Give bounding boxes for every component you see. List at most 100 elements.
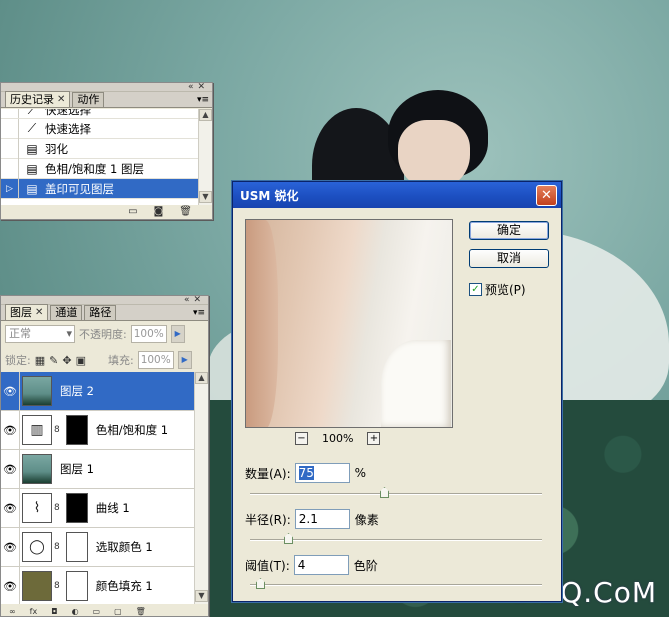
history-state-marker-icon[interactable]: ▷ xyxy=(1,178,19,199)
new-adjustment-icon[interactable]: ◐ xyxy=(72,607,79,616)
visibility-eye-icon[interactable]: 👁 xyxy=(1,372,20,411)
layer-mask-thumbnail[interactable] xyxy=(65,532,88,562)
history-item-label: 盖印可见图层 xyxy=(45,181,114,196)
layers-scrollbar[interactable]: ▲ ▼ xyxy=(194,372,208,604)
trash-icon[interactable]: 🗑 xyxy=(136,607,146,616)
tab-history[interactable]: 历史记录 ✕ xyxy=(5,91,71,107)
link-chain-icon[interactable]: 8 xyxy=(54,542,60,552)
tab-actions[interactable]: 动作 xyxy=(72,92,105,107)
layer-style-icon[interactable]: fx xyxy=(30,607,38,616)
history-item-selected[interactable]: ▷ ▤ 盖印可见图层 xyxy=(1,178,199,199)
lock-transparency-icon[interactable]: ▦ xyxy=(35,354,45,367)
history-item[interactable]: ▤ 羽化 xyxy=(1,138,199,159)
scroll-up-icon[interactable]: ▲ xyxy=(195,372,208,384)
lock-position-icon[interactable]: ✥ xyxy=(62,354,71,367)
link-layers-icon[interactable]: ∞ xyxy=(9,607,16,616)
zoom-in-icon[interactable]: + xyxy=(367,432,381,445)
tab-layers[interactable]: 图层 ✕ xyxy=(5,304,49,320)
amount-slider-thumb[interactable] xyxy=(380,487,389,498)
blend-mode-select[interactable]: 正常 xyxy=(5,325,75,343)
link-chain-icon[interactable]: 8 xyxy=(54,581,60,591)
radius-slider[interactable] xyxy=(250,533,542,544)
history-footer: ▭ ◙ 🗑 xyxy=(1,204,212,219)
amount-unit: % xyxy=(354,466,367,480)
threshold-input[interactable]: 4 xyxy=(293,555,349,575)
history-source-checkbox[interactable] xyxy=(1,138,19,159)
history-item[interactable]: ▤ 色相/饱和度 1 图层 xyxy=(1,158,199,179)
amount-value: 75 xyxy=(298,466,314,480)
lock-all-icon[interactable]: ▣ xyxy=(76,354,86,367)
document-icon: ▤ xyxy=(26,141,38,156)
preview-arm xyxy=(246,220,278,427)
opacity-arrow-icon[interactable]: ▶ xyxy=(170,325,185,343)
visibility-eye-icon[interactable]: 👁 xyxy=(1,449,20,489)
scroll-down-icon[interactable]: ▼ xyxy=(199,191,212,203)
new-layer-icon[interactable]: ▢ xyxy=(114,607,122,616)
close-icon[interactable]: ✕ xyxy=(57,93,65,107)
history-source-checkbox[interactable] xyxy=(1,118,19,139)
close-button[interactable]: ✕ xyxy=(536,185,557,206)
fill-input[interactable]: 100% xyxy=(137,351,174,369)
layer-row[interactable]: 👁 ▥ 8 色相/饱和度 1 xyxy=(1,410,195,450)
fill-arrow-icon[interactable]: ▶ xyxy=(177,351,192,369)
add-mask-icon[interactable]: ◘ xyxy=(51,607,57,616)
cancel-button[interactable]: 取消 xyxy=(469,249,549,268)
layer-row[interactable]: 👁 8 颜色填充 1 xyxy=(1,566,195,604)
history-source-checkbox[interactable] xyxy=(1,158,19,179)
visibility-eye-icon[interactable]: 👁 xyxy=(1,488,20,528)
visibility-eye-icon[interactable]: 👁 xyxy=(1,410,20,450)
dialog-titlebar[interactable]: USM 锐化 xyxy=(233,182,561,208)
threshold-slider[interactable] xyxy=(250,578,542,589)
scroll-down-icon[interactable]: ▼ xyxy=(195,590,208,602)
link-chain-icon[interactable]: 8 xyxy=(54,425,60,435)
amount-input[interactable]: 75 xyxy=(294,463,350,483)
opacity-input[interactable]: 100% xyxy=(130,325,167,343)
radius-input[interactable]: 2.1 xyxy=(294,509,350,529)
history-item-label: 快速选择 xyxy=(45,121,91,136)
history-panel: «✕ 历史记录 ✕ 动作 ▾≡ ⟋ 快速选择 ⟋ 快速选择 ▤ 羽化 ▤ 色相/… xyxy=(0,82,213,220)
visibility-eye-icon[interactable]: 👁 xyxy=(1,566,20,604)
radius-unit: 像素 xyxy=(354,512,379,527)
layer-row[interactable]: 👁 图层 1 xyxy=(1,449,195,489)
quick-select-icon: ⟋ xyxy=(27,109,37,117)
preview-checkbox-row[interactable]: ✓ 预览(P) xyxy=(469,281,526,298)
history-item[interactable]: ⟋ 快速选择 xyxy=(1,118,199,139)
scroll-up-icon[interactable]: ▲ xyxy=(199,109,212,121)
tab-channels[interactable]: 通道 xyxy=(50,305,83,320)
layer-mask-thumbnail[interactable] xyxy=(65,493,88,523)
scroll-track[interactable] xyxy=(195,384,208,590)
history-source-checkbox[interactable] xyxy=(1,109,19,118)
new-document-from-state-icon[interactable]: ▭ xyxy=(128,206,137,217)
layer-name: 曲线 1 xyxy=(95,501,130,515)
checkmark-icon[interactable]: ✓ xyxy=(469,283,482,296)
snapshot-icon[interactable]: ◙ xyxy=(154,206,164,217)
layer-thumbnail xyxy=(22,454,52,484)
link-chain-icon[interactable]: 8 xyxy=(54,503,60,513)
layer-row-selected[interactable]: 👁 图层 2 xyxy=(1,372,195,411)
tab-paths[interactable]: 路径 xyxy=(84,305,117,320)
visibility-eye-icon[interactable]: 👁 xyxy=(1,527,20,567)
zoom-out-icon[interactable]: − xyxy=(295,432,308,445)
fill-label: 填充: xyxy=(107,354,134,367)
new-group-icon[interactable]: ▭ xyxy=(93,607,101,616)
panel-window-buttons[interactable]: «✕ xyxy=(184,295,205,305)
amount-slider[interactable] xyxy=(250,487,542,498)
close-icon[interactable]: ✕ xyxy=(35,306,43,320)
layer-row[interactable]: 👁 ◯ 8 选取颜色 1 xyxy=(1,527,195,567)
radius-slider-thumb[interactable] xyxy=(284,533,293,544)
trash-icon[interactable]: 🗑 xyxy=(179,206,192,217)
history-scrollbar[interactable]: ▲ ▼ xyxy=(198,109,212,205)
panel-window-buttons[interactable]: «✕ xyxy=(188,82,209,92)
panel-menu-icon[interactable]: ▾≡ xyxy=(193,308,205,318)
layer-mask-thumbnail[interactable] xyxy=(65,415,88,445)
ok-button[interactable]: 确定 xyxy=(469,221,549,240)
panel-menu-icon[interactable]: ▾≡ xyxy=(197,95,209,105)
preview-window[interactable] xyxy=(245,219,453,428)
history-item[interactable]: ⟋ 快速选择 xyxy=(1,109,199,119)
curves-adjustment-icon: ⌇ xyxy=(22,493,52,523)
layer-mask-thumbnail[interactable] xyxy=(65,571,88,601)
threshold-slider-thumb[interactable] xyxy=(256,578,265,589)
lock-pixels-icon[interactable]: ✎ xyxy=(49,354,58,367)
layer-row[interactable]: 👁 ⌇ 8 曲线 1 xyxy=(1,488,195,528)
scroll-track[interactable] xyxy=(199,121,212,191)
